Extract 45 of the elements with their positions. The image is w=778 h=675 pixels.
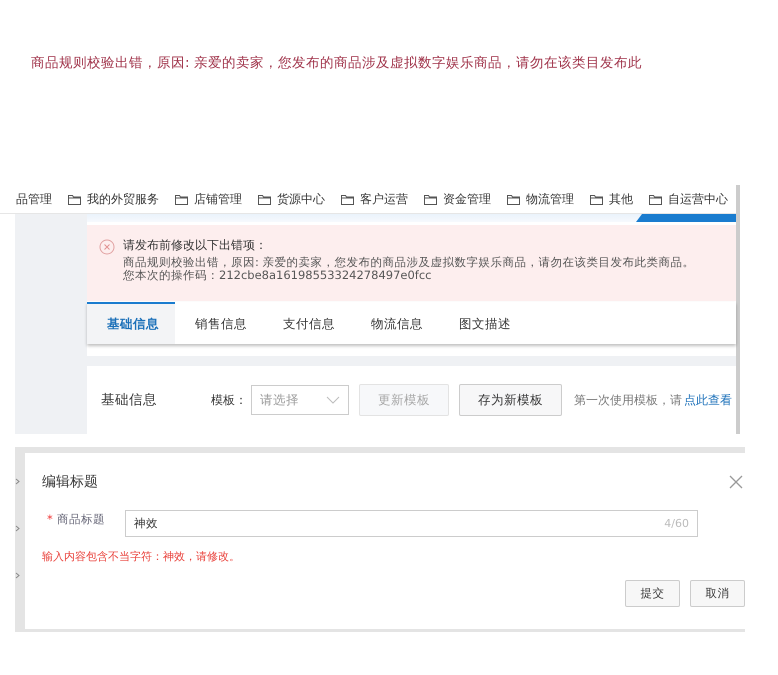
- folder-icon: [258, 194, 271, 204]
- folder-icon: [424, 194, 437, 204]
- nav-menu-item[interactable]: 客户运营: [341, 190, 421, 208]
- help-link[interactable]: 点此查看: [684, 392, 732, 408]
- character-counter: 4/60: [664, 517, 689, 530]
- error-line: 商品规则校验出错，原因: 亲爱的卖家，您发布的商品涉及虚拟数字娱乐商品，请勿在该类目发布此类商品。: [123, 256, 695, 269]
- error-title: 请发布前修改以下出错项：: [123, 237, 268, 254]
- tab[interactable]: 支付信息: [263, 302, 351, 344]
- template-button[interactable]: 存为新模板: [459, 384, 562, 416]
- nav-menu-item[interactable]: 资金管理: [424, 190, 504, 208]
- close-icon[interactable]: [729, 475, 743, 489]
- chevron-down-icon: [326, 396, 340, 404]
- nav-menu-item[interactable]: 物流管理: [507, 190, 587, 208]
- validation-error: 输入内容包含不当字符：神效，请修改。: [42, 549, 241, 564]
- folder-icon: [68, 194, 81, 204]
- nav-menu-item[interactable]: 其他: [590, 190, 646, 208]
- required-mark: *: [47, 512, 53, 527]
- nav-menu-item[interactable]: 我的外贸服务: [68, 190, 172, 208]
- folder-icon: [649, 194, 662, 204]
- error-message: 商品规则校验出错，原因: 亲爱的卖家，您发布的商品涉及虚拟数字娱乐商品，请勿在该类目发布此: [31, 54, 643, 73]
- error-icon: [99, 239, 115, 255]
- dialog-title: 编辑标题: [42, 473, 98, 491]
- title-input[interactable]: 神效 4/60: [125, 510, 698, 537]
- folder-icon: [175, 194, 188, 204]
- folder-icon: [507, 194, 520, 204]
- tab[interactable]: 销售信息: [175, 302, 263, 344]
- chevron-right-icon: [15, 525, 20, 532]
- chevron-right-icon: [15, 572, 20, 579]
- tab[interactable]: 基础信息: [87, 302, 175, 344]
- tab[interactable]: 物流信息: [351, 302, 439, 344]
- folder-icon: [341, 194, 354, 204]
- error-line: 您本次的操作码：212cbe8a16198553324278497e0fcc: [123, 269, 432, 282]
- folder-icon: [590, 194, 603, 204]
- nav-menu-item[interactable]: 货源中心: [258, 190, 338, 208]
- hint-text: 第一次使用模板，请: [574, 392, 682, 408]
- chevron-right-icon: [15, 478, 20, 485]
- section-title: 基础信息: [101, 391, 158, 409]
- nav-menu-item[interactable]: 自运营中心: [649, 190, 736, 208]
- dialog-button[interactable]: 提交: [625, 580, 680, 607]
- nav-menu-item[interactable]: 品管理: [16, 190, 65, 208]
- field-label: 模板：: [211, 392, 247, 408]
- dialog-button[interactable]: 取消: [690, 580, 745, 607]
- tab[interactable]: 图文描述: [439, 302, 527, 344]
- field-label: 商品标题: [56, 512, 105, 527]
- nav-menu-item[interactable]: 店铺管理: [175, 190, 255, 208]
